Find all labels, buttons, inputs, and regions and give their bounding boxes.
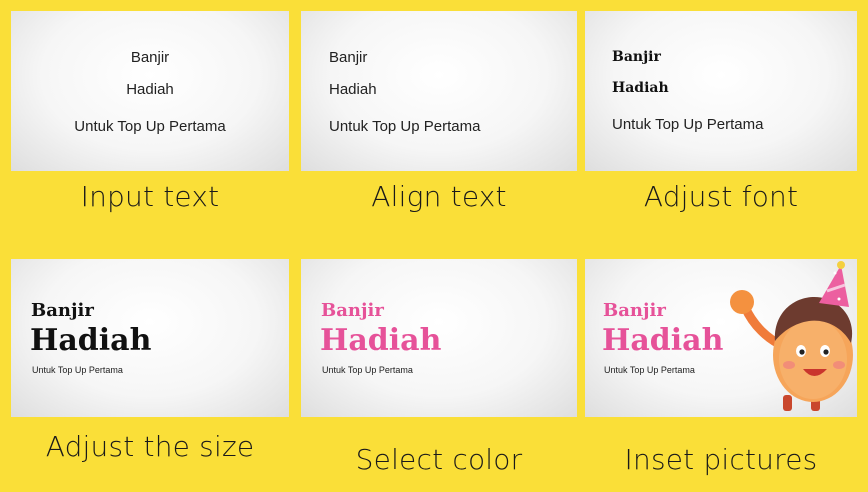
caption-adjust-size: Adjust the size: [45, 430, 255, 463]
preview-panel-adjust-font: Banjir Hadiah Untuk Top Up Pertama: [585, 11, 857, 171]
preview-line-subtitle: Untuk Top Up Pertama: [612, 116, 764, 133]
preview-line-hadiah: Hadiah: [320, 323, 442, 358]
caption-inset-pictures: Inset pictures: [624, 443, 818, 476]
preview-line-banjir: Banjir: [130, 49, 170, 66]
preview-line-subtitle: Untuk Top Up Pertama: [329, 118, 481, 135]
preview-line-banjir: Banjir: [603, 300, 666, 321]
preview-line-banjir: Banjir: [31, 300, 94, 321]
preview-line-hadiah: Hadiah: [30, 323, 152, 358]
cartoon-character-icon: [730, 261, 853, 411]
preview-line-subtitle: Untuk Top Up Pertama: [74, 118, 226, 135]
preview-panel-input-text: Banjir Hadiah Untuk Top Up Pertama: [11, 11, 289, 171]
preview-line-banjir: Banjir: [321, 300, 384, 321]
preview-line-hadiah: Hadiah: [612, 80, 669, 96]
caption-select-color: Select color: [355, 443, 523, 476]
preview-panel-align-text: Banjir Hadiah Untuk Top Up Pertama: [301, 11, 577, 171]
preview-line-banjir: Banjir: [329, 49, 368, 66]
caption-adjust-font: Adjust font: [643, 180, 799, 213]
preview-line-subtitle: Untuk Top Up Pertama: [604, 365, 695, 375]
preview-line-subtitle: Untuk Top Up Pertama: [32, 365, 123, 375]
preview-line-banjir: Banjir: [612, 49, 661, 65]
preview-panel-inset-pictures: Banjir Hadiah Untuk Top Up Pertama: [585, 259, 857, 417]
caption-align-text: Align text: [371, 180, 507, 213]
caption-input-text: Input text: [80, 180, 220, 213]
preview-line-hadiah: Hadiah: [126, 81, 174, 98]
preview-line-subtitle: Untuk Top Up Pertama: [322, 365, 413, 375]
preview-panel-adjust-size: Banjir Hadiah Untuk Top Up Pertama: [11, 259, 289, 417]
preview-line-hadiah: Hadiah: [329, 81, 377, 98]
preview-panel-select-color: Banjir Hadiah Untuk Top Up Pertama: [301, 259, 577, 417]
preview-line-hadiah: Hadiah: [602, 323, 724, 358]
